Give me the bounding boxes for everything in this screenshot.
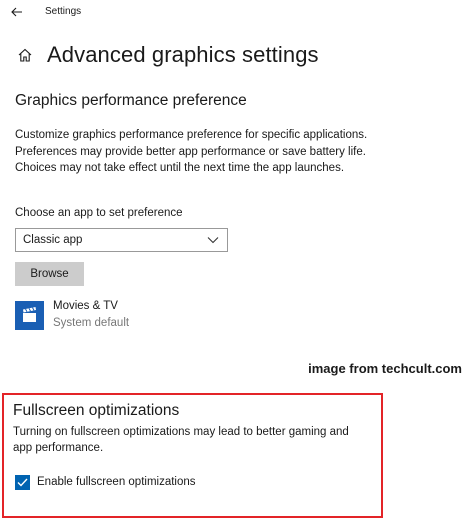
app-title: Settings: [45, 6, 82, 17]
back-button[interactable]: [8, 3, 26, 21]
fullscreen-description: Turning on fullscreen optimizations may …: [13, 426, 349, 454]
fullscreen-section-title: Fullscreen optimizations: [13, 402, 180, 419]
fullscreen-optimizations-checkbox-row[interactable]: Enable fullscreen optimizations: [15, 474, 196, 490]
chevron-down-icon: [207, 237, 219, 244]
page-header: Advanced graphics settings: [15, 40, 319, 70]
choose-app-label: Choose an app to set preference: [15, 207, 183, 219]
app-type-dropdown[interactable]: Classic app: [15, 228, 228, 252]
settings-page: Settings Advanced graphics settings Grap…: [0, 0, 474, 527]
app-type-selected-value: Classic app: [23, 234, 83, 246]
browse-button[interactable]: Browse: [15, 262, 84, 286]
page-title: Advanced graphics settings: [47, 42, 319, 67]
arrow-left-icon: [11, 7, 22, 17]
app-list-item[interactable]: Movies & TV System default: [15, 298, 215, 332]
home-icon[interactable]: [15, 45, 35, 65]
fullscreen-optimizations-label: Enable fullscreen optimizations: [37, 476, 196, 488]
checkmark-icon: [17, 478, 28, 487]
app-preference-value: System default: [53, 317, 130, 329]
title-bar: Settings: [0, 0, 474, 24]
graphics-section-title: Graphics performance preference: [15, 92, 247, 109]
fullscreen-optimizations-checkbox[interactable]: [15, 474, 30, 490]
watermark-text: image from techcult.com: [308, 361, 462, 376]
graphics-description: Customize graphics performance preferenc…: [15, 129, 368, 174]
film-clapper-icon: [15, 301, 44, 330]
app-name: Movies & TV: [53, 300, 118, 312]
